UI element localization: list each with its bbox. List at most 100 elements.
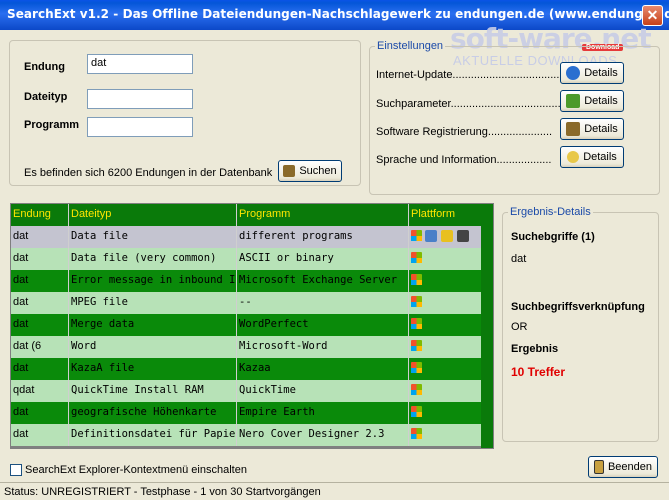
table-row[interactable]: dat KazaA file Kazaa: [11, 358, 481, 380]
cell-plattform: [409, 226, 481, 248]
programm-input[interactable]: [87, 117, 193, 137]
table-row[interactable]: dat MPEG file --: [11, 292, 481, 314]
details-label: Details: [583, 151, 617, 163]
programm-label: Programm: [24, 119, 80, 131]
dateityp-label: Dateityp: [24, 91, 68, 103]
table-row[interactable]: dat (6 Word Microsoft-Word: [11, 336, 481, 358]
search-icon: [283, 165, 296, 177]
cell-programm: Microsoft Exchange Server: [237, 270, 409, 292]
cell-endung: dat: [11, 270, 69, 292]
verknuepfung-label: Suchbegriffsverknüpfung: [511, 301, 645, 313]
verknuepfung-value: OR: [511, 321, 528, 333]
exit-button-label: Beenden: [607, 461, 653, 473]
register-icon: [566, 122, 581, 136]
context-menu-label[interactable]: SearchExt Explorer-Kontextmenü einschalt…: [25, 464, 247, 476]
cell-endung: dat: [11, 248, 69, 270]
details-label: Details: [584, 95, 618, 107]
cell-plattform: [409, 402, 481, 424]
results-grid[interactable]: Endung Dateityp Programm Plattform dat Da…: [10, 203, 494, 449]
table-row[interactable]: dat Merge data WordPerfect: [11, 314, 481, 336]
table-row[interactable]: datDefinitionsdatei für PapierprofileNer…: [11, 424, 481, 446]
cell-programm: ASCII or binary: [237, 248, 409, 270]
cell-plattform: [409, 292, 481, 314]
search-button[interactable]: Suchen: [278, 160, 342, 182]
suchbegriffe-label: Suchebgriffe (1): [511, 231, 595, 243]
cell-plattform: [409, 380, 481, 402]
windows-icon: [411, 252, 422, 263]
door-icon: [593, 460, 604, 474]
settings-panel: Einstellungen Internet-Update...........…: [369, 40, 660, 195]
table-row[interactable]: datError message in inbound InternetMicr…: [11, 270, 481, 292]
cell-programm: QuickTime: [237, 380, 409, 402]
cell-dateityp: Merge data: [69, 314, 237, 336]
dateityp-input[interactable]: [87, 89, 193, 109]
endung-input[interactable]: dat: [87, 54, 193, 74]
cell-plattform: [409, 248, 481, 270]
windows-icon: [411, 296, 422, 307]
ergebnis-label: Ergebnis: [511, 343, 559, 355]
cell-endung: dat (6: [11, 336, 69, 358]
suchparameter-details-button[interactable]: Details: [560, 90, 624, 112]
search-button-label: Suchen: [299, 165, 337, 177]
globe-icon: [566, 66, 581, 80]
exit-button[interactable]: Beenden: [588, 456, 658, 478]
column-header-plattform[interactable]: Plattform: [409, 204, 481, 226]
setting-label-registrierung: Software Registrierung..................…: [376, 126, 553, 138]
setting-label-update: Internet-Update.........................…: [376, 69, 566, 81]
result-legend: Ergebnis-Details: [508, 206, 593, 218]
cell-plattform: [409, 424, 481, 446]
cell-endung: dat: [11, 424, 69, 446]
windows-icon: [411, 340, 422, 351]
lightbulb-icon: [567, 151, 580, 163]
cell-programm: Empire Earth: [237, 402, 409, 424]
setting-label-sprache: Sprache und Information.................…: [376, 154, 552, 166]
cell-endung: dat: [11, 226, 69, 248]
table-row[interactable]: dat Data file (very common) ASCII or binar…: [11, 248, 481, 270]
cell-dateityp: KazaA file: [69, 358, 237, 380]
table-row[interactable]: qdat QuickTime Install RAM QuickTime: [11, 380, 481, 402]
details-label: Details: [584, 67, 618, 79]
cell-programm: Nero Cover Designer 2.3: [237, 424, 409, 446]
windows-icon: [411, 428, 422, 439]
window-title: SearchExt v1.2 - Das Offline Dateiendung…: [7, 7, 669, 21]
cell-programm: --: [237, 292, 409, 314]
grid-header: Endung Dateityp Programm Plattform: [11, 204, 481, 226]
registrierung-details-button[interactable]: Details: [560, 118, 624, 140]
cell-endung: dat: [11, 314, 69, 336]
setting-label-suchparameter: Suchparameter...........................…: [376, 98, 567, 110]
grid-scrollbar[interactable]: [481, 204, 493, 448]
mac-icon: [425, 230, 437, 242]
database-info: Es befinden sich 6200 Endungen in der Da…: [24, 167, 273, 179]
cell-dateityp: Error message in inbound Internet: [69, 270, 237, 292]
suchbegriffe-value: dat: [511, 253, 527, 265]
settings-legend: Einstellungen: [375, 40, 446, 52]
cell-plattform: [409, 358, 481, 380]
cell-dateityp: QuickTime Install RAM: [69, 380, 237, 402]
windows-icon: [411, 406, 422, 417]
cell-programm: different programs: [237, 226, 409, 248]
table-row[interactable]: dat geografische Höhenkarte Empire Earth: [11, 402, 481, 424]
cell-dateityp: Definitionsdatei für Papierprofile: [69, 424, 237, 446]
endung-label: Endung: [24, 61, 65, 73]
ergebnis-value: 10 Treffer: [511, 365, 566, 379]
windows-icon: [411, 274, 422, 285]
status-bar: Status: UNREGISTRIERT - Testphase - 1 vo…: [0, 482, 669, 500]
column-header-programm[interactable]: Programm: [237, 204, 409, 226]
sprache-details-button[interactable]: Details: [560, 146, 624, 168]
cell-plattform: [409, 336, 481, 358]
cell-plattform: [409, 314, 481, 336]
linux-icon: [441, 230, 453, 242]
other-icon: [457, 230, 469, 242]
search-params-icon: [566, 94, 581, 108]
cell-endung: dat: [11, 358, 69, 380]
cell-dateityp: Data file: [69, 226, 237, 248]
table-row[interactable]: dat Data file different programs: [11, 226, 481, 248]
context-menu-checkbox[interactable]: [10, 464, 22, 476]
cell-dateityp: geografische Höhenkarte: [69, 402, 237, 424]
column-header-dateityp[interactable]: Dateityp: [69, 204, 237, 226]
update-details-button[interactable]: Details: [560, 62, 624, 84]
cell-programm: Microsoft-Word: [237, 336, 409, 358]
column-header-endung[interactable]: Endung: [11, 204, 69, 226]
details-label: Details: [584, 123, 618, 135]
cell-programm: WordPerfect: [237, 314, 409, 336]
